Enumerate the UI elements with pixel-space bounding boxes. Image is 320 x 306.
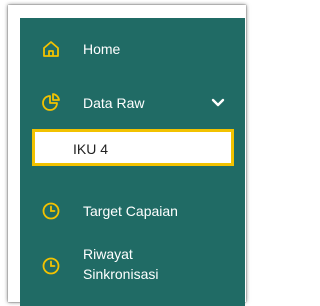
sidebar-item-data-raw[interactable]: Data Raw xyxy=(20,90,245,116)
clock-icon xyxy=(40,200,62,222)
chevron-down-icon[interactable] xyxy=(210,95,226,111)
sidebar: Home Data Raw IKU 4 Target Capaian Riway… xyxy=(20,18,245,306)
sidebar-item-label: Target Capaian xyxy=(83,203,178,219)
home-icon xyxy=(40,38,62,60)
sidebar-item-home[interactable]: Home xyxy=(20,37,245,61)
clock-icon xyxy=(40,255,62,277)
sidebar-item-target-capaian[interactable]: Target Capaian xyxy=(20,199,245,223)
submenu-item-label: IKU 4 xyxy=(73,141,109,157)
sidebar-item-label-line2: Sinkronisasi xyxy=(83,266,159,282)
sidebar-item-label: Home xyxy=(83,41,121,57)
sidebar-item-label-line1: Riwayat xyxy=(83,246,133,262)
sidebar-item-riwayat-sinkronisasi[interactable]: Riwayat Sinkronisasi xyxy=(20,243,245,287)
sidebar-item-label: Data Raw xyxy=(83,95,145,111)
submenu-item-iku-4[interactable]: IKU 4 xyxy=(32,129,234,166)
pie-chart-icon xyxy=(40,91,62,113)
